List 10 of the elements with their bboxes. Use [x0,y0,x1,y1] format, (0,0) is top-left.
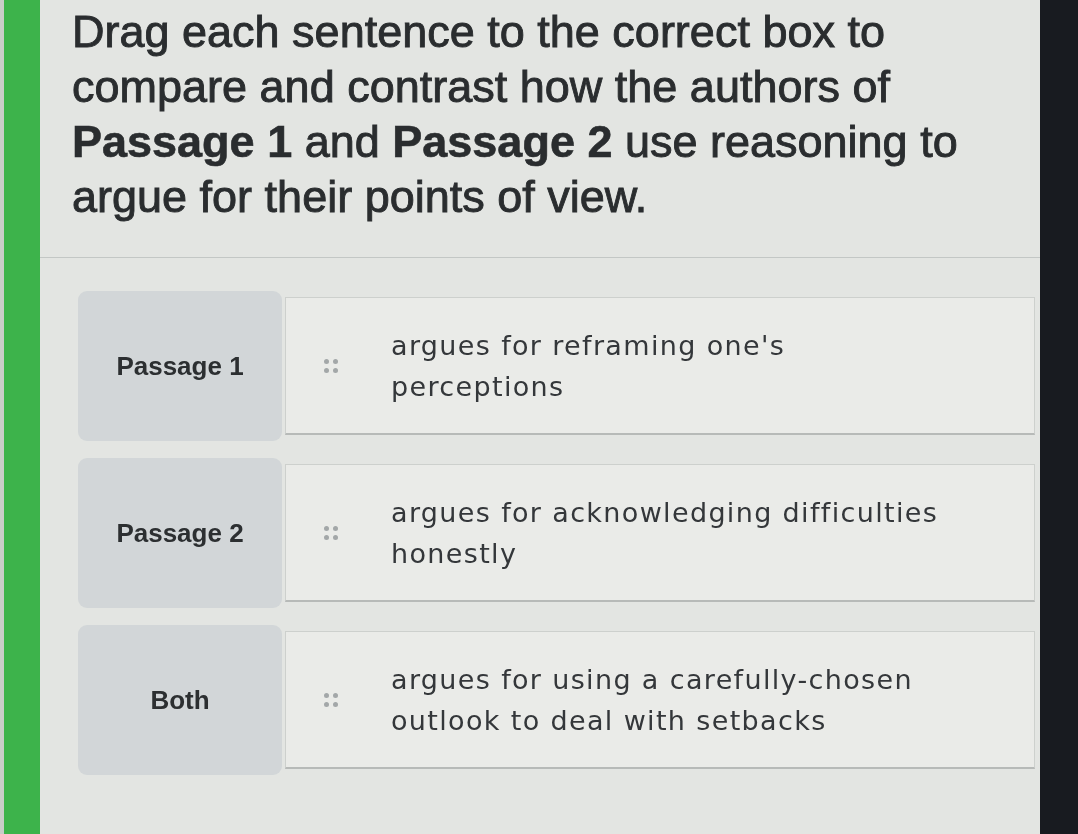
instruction-text: Drag each sentence to the correct box to compare and contrast how the authors of Passage 1 and Passage 2 use reasoning to argue for their points of view. [72,5,959,224]
sentence-card[interactable]: argues for using a carefully-chosen outlook to deal with setbacks [285,631,1035,769]
category-box: Passage 2 [78,458,282,608]
drag-handle-icon [324,525,338,540]
sentence-card[interactable]: argues for acknowledging difficulties honestly [285,464,1035,602]
category-box: Both [78,625,282,775]
sentence-card[interactable]: argues for reframing one's perceptions [285,297,1035,435]
category-box: Passage 1 [78,291,282,441]
drag-handle-icon [324,358,338,373]
drag-handle-icon [324,692,338,707]
